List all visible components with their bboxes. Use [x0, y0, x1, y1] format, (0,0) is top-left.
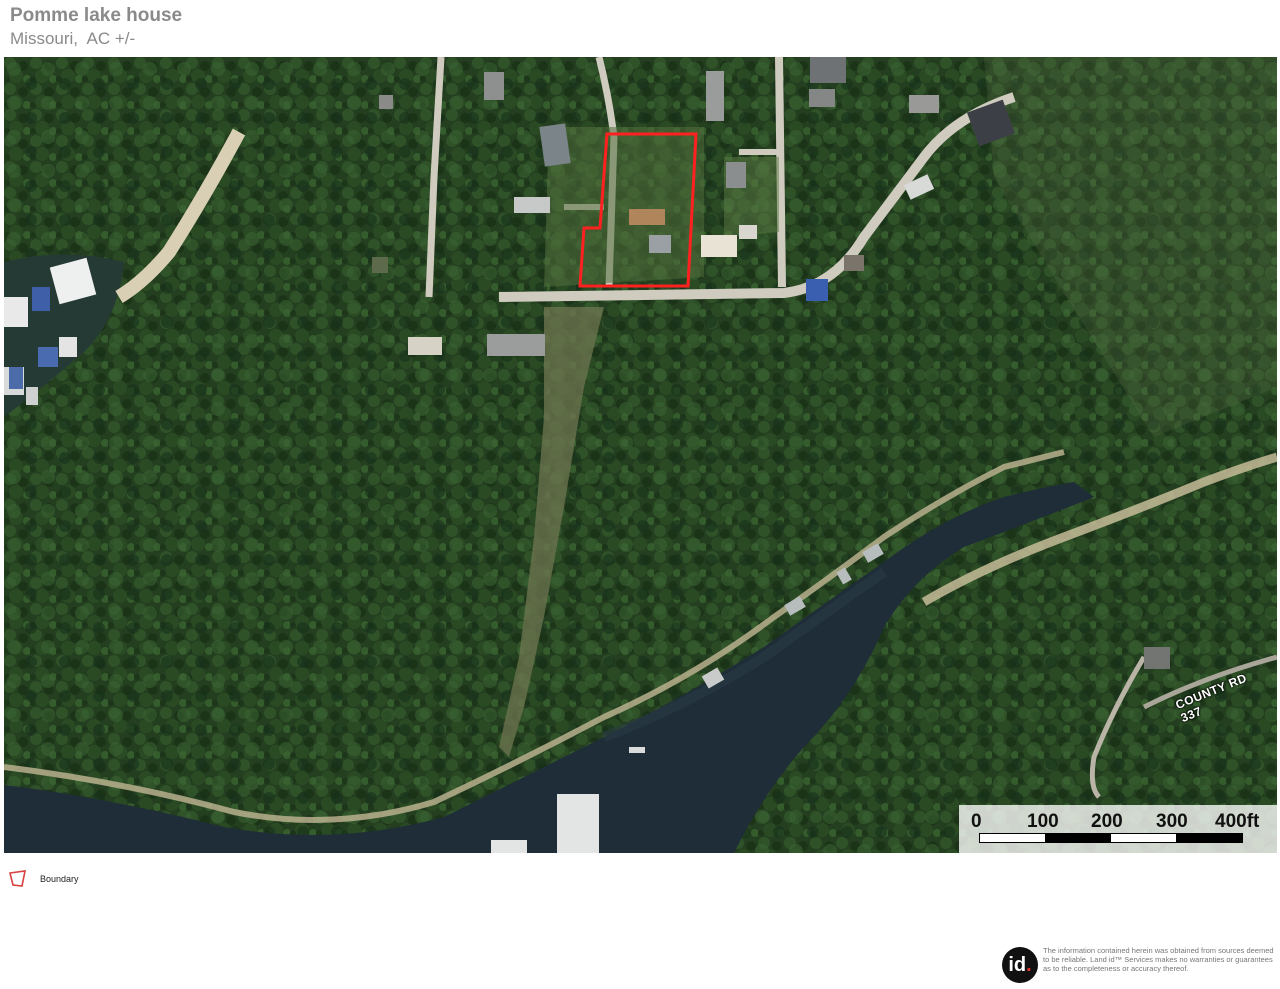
disclaimer-text: The information contained herein was obt… — [1043, 946, 1274, 974]
logo-text: id — [1008, 953, 1027, 976]
map-subtitle: Missouri, AC +/- — [10, 29, 136, 48]
logo-dot: . — [1026, 953, 1032, 976]
scale-label-400ft: 400ft — [1215, 811, 1260, 832]
scale-ruler — [979, 833, 1243, 843]
map-imagery — [4, 57, 1277, 853]
scale-label-300: 300 — [1156, 811, 1188, 832]
scale-bar: 0 100 200 300 400ft — [959, 805, 1277, 853]
boundary-polygon-icon — [9, 870, 27, 887]
scale-label-100: 100 — [1027, 811, 1059, 832]
scale-label-200: 200 — [1091, 811, 1123, 832]
scale-label-0: 0 — [971, 811, 982, 832]
map-title: Pomme lake house — [10, 5, 183, 26]
scale-segment — [1176, 834, 1242, 842]
legend: Boundary — [8, 868, 79, 890]
landid-branding: id. The information contained herein was… — [1002, 946, 1278, 986]
legend-label-boundary: Boundary — [40, 874, 79, 884]
scale-segment — [1045, 834, 1111, 842]
landid-logo-icon[interactable]: id. — [1002, 947, 1038, 983]
satellite-map[interactable]: COUNTY RD 337 0 100 200 300 400ft — [4, 57, 1277, 853]
